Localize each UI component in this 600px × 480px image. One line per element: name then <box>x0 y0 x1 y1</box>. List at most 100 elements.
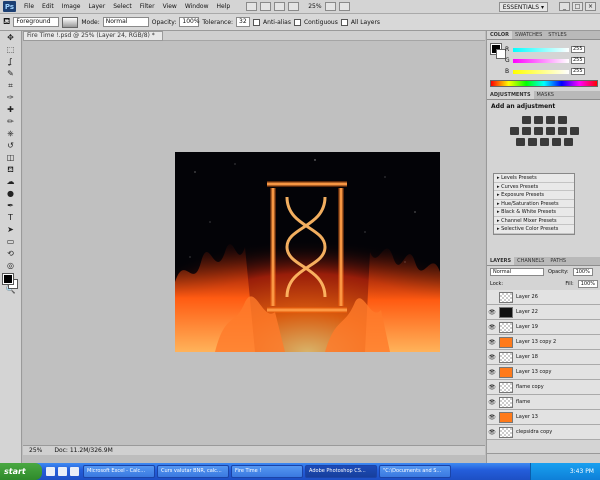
quick-select-icon[interactable]: ✎ <box>3 68 19 79</box>
layer-name[interactable]: flame copy <box>516 384 544 390</box>
red-slider[interactable] <box>513 47 569 52</box>
tab-styles[interactable]: STYLES <box>545 31 569 39</box>
menu-help[interactable]: Help <box>213 3 235 10</box>
visibility-eye-icon[interactable]: 👁 <box>487 309 497 316</box>
paint-bucket-icon[interactable]: ⛾ <box>3 164 19 175</box>
menu-select[interactable]: Select <box>109 3 136 10</box>
layer-row[interactable]: 👁 flame <box>487 395 600 410</box>
tab-layers[interactable]: LAYERS <box>487 257 515 265</box>
zoom-tool-button[interactable] <box>288 2 300 11</box>
green-slider[interactable] <box>513 58 569 63</box>
antialias-checkbox[interactable] <box>253 18 261 26</box>
visibility-eye-icon[interactable]: 👁 <box>487 354 497 361</box>
pattern-picker[interactable] <box>62 16 79 28</box>
layer-name[interactable]: flame <box>516 399 530 405</box>
layer-name[interactable]: Layer 13 <box>516 414 538 420</box>
layer-row[interactable]: 👁 Layer 22 <box>487 305 600 320</box>
red-value[interactable]: 255 <box>571 46 585 53</box>
visibility-eye-icon[interactable]: 👁 <box>487 384 497 391</box>
tab-masks[interactable]: MASKS <box>534 91 557 99</box>
photo-filter-icon[interactable] <box>557 127 567 135</box>
tab-channels[interactable]: CHANNELS <box>514 257 547 265</box>
layer-row[interactable]: 👁 flame copy <box>487 380 600 395</box>
eraser-icon[interactable]: ◫ <box>3 152 19 163</box>
brightness-contrast-icon[interactable] <box>521 116 531 124</box>
healing-icon[interactable]: ✚ <box>3 104 19 115</box>
preset-levels[interactable]: Levels Presets <box>494 174 574 183</box>
menu-edit[interactable]: Edit <box>38 3 58 10</box>
preset-selective-color[interactable]: Selective Color Presets <box>494 225 574 234</box>
selective-color-icon[interactable] <box>563 138 573 146</box>
levels-icon[interactable] <box>533 116 543 124</box>
taskbar-button[interactable]: Fire Time ! <box>231 465 303 478</box>
tab-adjustments[interactable]: ADJUSTMENTS <box>487 91 534 99</box>
foreground-color-swatch[interactable] <box>2 273 14 285</box>
history-brush-icon[interactable]: ↺ <box>3 140 19 151</box>
taskbar-button[interactable]: Microsoft Excel - Calc... <box>83 465 155 478</box>
exposure-icon[interactable] <box>557 116 567 124</box>
gradient-map-icon[interactable] <box>551 138 561 146</box>
green-value[interactable]: 255 <box>571 57 585 64</box>
layer-row[interactable]: 👁 Layer 18 <box>487 350 600 365</box>
menu-file[interactable]: File <box>20 3 38 10</box>
blur-icon[interactable]: ☁ <box>3 176 19 187</box>
visibility-eye-icon[interactable]: 👁 <box>487 399 497 406</box>
3d-orbit-icon[interactable]: ◎ <box>3 260 19 271</box>
tab-paths[interactable]: PATHS <box>547 257 569 265</box>
layer-row[interactable]: 👁 clepsidra copy <box>487 425 600 440</box>
tab-swatches[interactable]: SWATCHES <box>512 31 545 39</box>
color-spectrum-ramp[interactable] <box>490 80 598 87</box>
layer-row[interactable]: 👁 Layer 13 copy <box>487 365 600 380</box>
blend-mode-select[interactable]: Normal <box>490 268 544 276</box>
document-canvas[interactable] <box>175 152 440 352</box>
tab-color[interactable]: COLOR <box>487 31 513 39</box>
lasso-icon[interactable]: ʆ <box>3 56 19 67</box>
show-desktop-icon[interactable] <box>46 467 55 476</box>
layer-name[interactable]: Layer 26 <box>516 294 538 300</box>
workspace-switcher[interactable]: ESSENTIALS ▾ <box>498 2 548 12</box>
status-zoom[interactable]: 25% <box>29 446 42 455</box>
media-icon[interactable] <box>70 467 79 476</box>
color-balance-icon[interactable] <box>533 127 543 135</box>
eyedropper-icon[interactable]: ✑ <box>3 92 19 103</box>
type-icon[interactable]: T <box>3 212 19 223</box>
layer-name[interactable]: Layer 19 <box>516 324 538 330</box>
fill-input[interactable]: 100% <box>577 280 598 288</box>
document-tab[interactable]: Fire Time !.psd @ 25% (Layer 24, RGB/8) … <box>23 31 163 41</box>
preset-exposure[interactable]: Exposure Presets <box>494 191 574 200</box>
visibility-eye-icon[interactable]: 👁 <box>487 414 497 421</box>
curves-icon[interactable] <box>545 116 555 124</box>
menu-layer[interactable]: Layer <box>84 3 109 10</box>
mini-bridge-button[interactable] <box>260 2 272 11</box>
layer-name[interactable]: Layer 22 <box>516 309 538 315</box>
blue-value[interactable]: 255 <box>571 68 585 75</box>
layer-row[interactable]: 👁 Layer 13 copy 2 <box>487 335 600 350</box>
shape-icon[interactable]: ▭ <box>3 236 19 247</box>
start-button[interactable]: start <box>0 463 42 480</box>
preset-black-white[interactable]: Black & White Presets <box>494 208 574 217</box>
menu-window[interactable]: Window <box>181 3 213 10</box>
visibility-eye-icon[interactable]: 👁 <box>487 339 497 346</box>
visibility-eye-icon[interactable]: 👁 <box>487 324 497 331</box>
visibility-eye-icon[interactable]: 👁 <box>487 429 497 436</box>
close-button[interactable]: × <box>585 2 596 11</box>
invert-icon[interactable] <box>515 138 525 146</box>
taskbar-button[interactable]: "C:\Documents and S... <box>379 465 451 478</box>
move-icon[interactable]: ✥ <box>3 32 19 43</box>
fill-source-select[interactable]: Foreground <box>13 17 60 27</box>
zoom-level-readout[interactable]: 25% <box>308 3 321 10</box>
marquee-icon[interactable]: ⬚ <box>3 44 19 55</box>
3d-rotate-icon[interactable]: ⟲ <box>3 248 19 259</box>
maximize-button[interactable]: □ <box>572 2 583 11</box>
preset-channel-mixer[interactable]: Channel Mixer Presets <box>494 217 574 225</box>
channel-mixer-icon[interactable] <box>569 127 579 135</box>
menu-image[interactable]: Image <box>58 3 85 10</box>
visibility-eye-icon[interactable]: 👁 <box>487 369 497 376</box>
tolerance-input[interactable]: 32 <box>236 17 251 27</box>
layer-row[interactable]: 👁 Layer 19 <box>487 320 600 335</box>
contiguous-checkbox[interactable] <box>293 18 301 26</box>
dodge-icon[interactable]: ● <box>3 188 19 199</box>
paint-bucket-icon[interactable]: ⛾ <box>3 17 10 28</box>
crop-icon[interactable]: ⌗ <box>3 80 19 91</box>
path-select-icon[interactable]: ➤ <box>3 224 19 235</box>
